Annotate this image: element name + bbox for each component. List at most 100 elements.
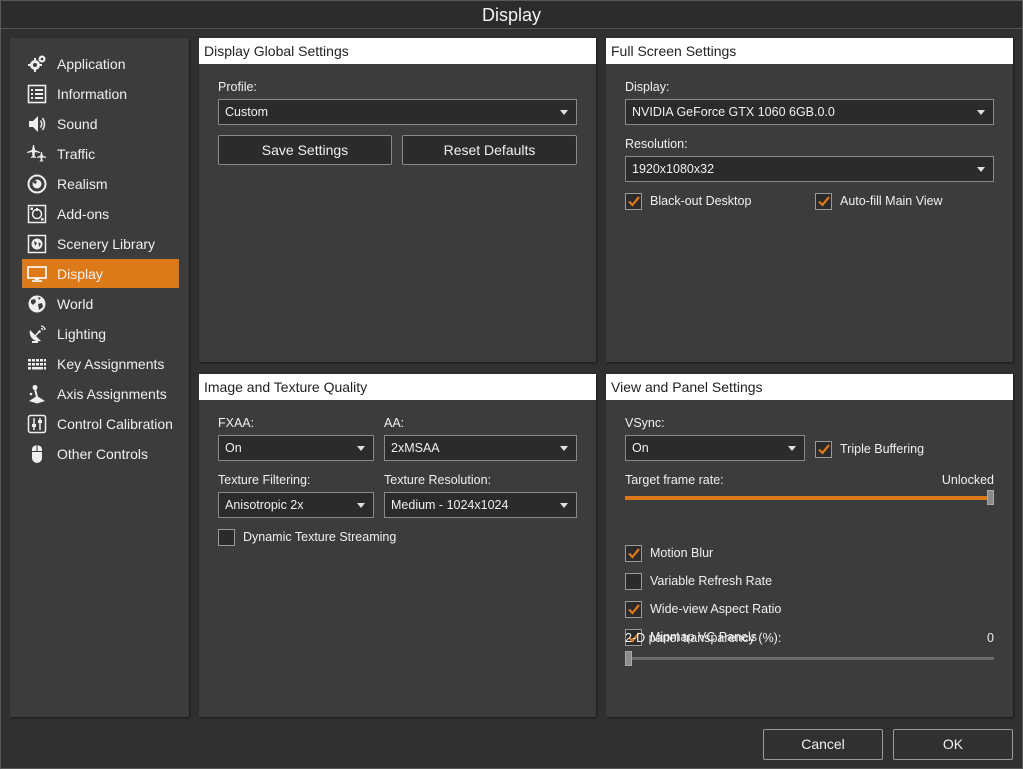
settings-sidebar: Application Information Sound Traffic Re… bbox=[10, 38, 189, 717]
globe-icon bbox=[26, 293, 48, 315]
slider-thumb[interactable] bbox=[987, 490, 994, 505]
sidebar-item-sound[interactable]: Sound bbox=[22, 109, 179, 138]
panel-transparency-label: 2-D panel transparency (%): bbox=[625, 631, 782, 645]
blackout-desktop-checkbox[interactable]: Black-out Desktop bbox=[625, 192, 751, 210]
gears-icon bbox=[26, 53, 48, 75]
full-screen-settings-panel: Full Screen Settings Display: NVIDIA GeF… bbox=[606, 38, 1013, 362]
ok-button[interactable]: OK bbox=[893, 729, 1013, 760]
sidebar-item-label: Control Calibration bbox=[57, 415, 173, 432]
sidebar-item-world[interactable]: World bbox=[22, 289, 179, 318]
fxaa-dropdown[interactable]: On bbox=[218, 435, 374, 461]
texture-filtering-value: Anisotropic 2x bbox=[225, 498, 304, 512]
sidebar-item-label: Key Assignments bbox=[57, 355, 165, 372]
motion-blur-checkbox[interactable]: Motion Blur bbox=[625, 544, 713, 562]
target-frame-rate-slider[interactable] bbox=[625, 490, 994, 505]
dynamic-texture-streaming-checkbox[interactable]: Dynamic Texture Streaming bbox=[218, 528, 396, 546]
sidebar-item-other-controls[interactable]: Other Controls bbox=[22, 439, 179, 468]
sidebar-item-display[interactable]: Display bbox=[22, 259, 179, 288]
satellite-dish-icon bbox=[26, 323, 48, 345]
panel-transparency-slider[interactable] bbox=[625, 651, 994, 666]
sidebar-item-realism[interactable]: Realism bbox=[22, 169, 179, 198]
reset-defaults-button[interactable]: Reset Defaults bbox=[402, 135, 577, 165]
variable-refresh-rate-checkbox[interactable]: Variable Refresh Rate bbox=[625, 572, 772, 590]
sidebar-item-key-assignments[interactable]: Key Assignments bbox=[22, 349, 179, 378]
speaker-icon bbox=[26, 113, 48, 135]
list-icon bbox=[26, 83, 48, 105]
panel-transparency-value: 0 bbox=[987, 631, 994, 645]
sidebar-item-label: World bbox=[57, 295, 94, 312]
texture-filtering-dropdown[interactable]: Anisotropic 2x bbox=[218, 492, 374, 518]
checkmark-icon bbox=[627, 604, 640, 615]
checkbox-box bbox=[815, 440, 832, 458]
image-texture-quality-panel: Image and Texture Quality FXAA: On AA: 2… bbox=[199, 374, 596, 717]
sidebar-item-axis-assignments[interactable]: Axis Assignments bbox=[22, 379, 179, 408]
chevron-down-icon bbox=[977, 110, 985, 115]
sidebar-item-label: Lighting bbox=[57, 325, 107, 342]
chevron-down-icon bbox=[788, 446, 796, 451]
sidebar-item-application[interactable]: Application bbox=[22, 49, 179, 78]
target-frame-rate-value: Unlocked bbox=[941, 473, 994, 487]
sidebar-item-label: Information bbox=[57, 85, 128, 102]
display-dropdown[interactable]: NVIDIA GeForce GTX 1060 6GB.0.0 bbox=[625, 99, 994, 125]
resolution-value: 1920x1080x32 bbox=[632, 162, 715, 176]
settings-window: Display Application Information Sound Tr… bbox=[0, 0, 1023, 769]
wide-view-aspect-ratio-checkbox[interactable]: Wide-view Aspect Ratio bbox=[625, 600, 781, 618]
chevron-down-icon bbox=[357, 446, 365, 451]
sidebar-item-lighting[interactable]: Lighting bbox=[22, 319, 179, 348]
vsync-dropdown[interactable]: On bbox=[625, 435, 805, 461]
profile-dropdown[interactable]: Custom bbox=[218, 99, 577, 125]
chevron-down-icon bbox=[560, 446, 568, 451]
checkbox-label: Wide-view Aspect Ratio bbox=[650, 602, 782, 616]
globe-box-icon bbox=[26, 233, 48, 255]
save-settings-button[interactable]: Save Settings bbox=[218, 135, 392, 165]
view-panel-settings-panel: View and Panel Settings VSync: On Triple… bbox=[606, 374, 1013, 717]
panel-title: View and Panel Settings bbox=[606, 374, 1013, 400]
resolution-label: Resolution: bbox=[625, 137, 688, 151]
autofill-main-view-checkbox[interactable]: Auto-fill Main View bbox=[815, 192, 943, 210]
sidebar-item-label: Sound bbox=[57, 115, 98, 132]
sidebar-item-label: Scenery Library bbox=[57, 235, 156, 252]
checkbox-box bbox=[625, 192, 642, 210]
checkbox-label: Motion Blur bbox=[650, 546, 714, 560]
slider-thumb[interactable] bbox=[625, 651, 632, 666]
window-title: Display bbox=[1, 1, 1022, 29]
checkbox-label: Variable Refresh Rate bbox=[650, 574, 773, 588]
fxaa-label: FXAA: bbox=[218, 416, 255, 430]
sidebar-item-label: Display bbox=[57, 265, 103, 282]
joystick-icon bbox=[26, 383, 48, 405]
sidebar-item-scenery-library[interactable]: Scenery Library bbox=[22, 229, 179, 258]
triple-buffering-checkbox[interactable]: Triple Buffering bbox=[815, 440, 924, 458]
sidebar-item-control-calibration[interactable]: Control Calibration bbox=[22, 409, 179, 438]
checkbox-label: Dynamic Texture Streaming bbox=[243, 530, 397, 544]
slider-fill bbox=[625, 496, 990, 500]
sidebar-item-addons[interactable]: Add-ons bbox=[22, 199, 179, 228]
sidebar-item-label: Axis Assignments bbox=[57, 385, 167, 402]
sidebar-item-information[interactable]: Information bbox=[22, 79, 179, 108]
keyboard-icon bbox=[26, 353, 48, 375]
checkbox-box bbox=[625, 572, 642, 590]
sliders-icon bbox=[26, 413, 48, 435]
checkmark-icon bbox=[627, 196, 640, 207]
panel-title: Display Global Settings bbox=[199, 38, 596, 64]
target-frame-rate-label: Target frame rate: bbox=[625, 473, 724, 487]
checkmark-icon bbox=[627, 548, 640, 559]
sidebar-item-label: Realism bbox=[57, 175, 108, 192]
target-icon bbox=[26, 173, 48, 195]
checkmark-icon bbox=[817, 444, 830, 455]
sidebar-item-traffic[interactable]: Traffic bbox=[22, 139, 179, 168]
chevron-down-icon bbox=[560, 110, 568, 115]
sidebar-item-label: Add-ons bbox=[57, 205, 110, 222]
checkbox-label: Black-out Desktop bbox=[650, 194, 752, 208]
sidebar-item-label: Other Controls bbox=[57, 445, 149, 462]
texture-resolution-label: Texture Resolution: bbox=[384, 473, 492, 487]
aa-label: AA: bbox=[384, 416, 405, 430]
chevron-down-icon bbox=[357, 503, 365, 508]
checkbox-box bbox=[815, 192, 832, 210]
cancel-button[interactable]: Cancel bbox=[763, 729, 883, 760]
aa-dropdown[interactable]: 2xMSAA bbox=[384, 435, 577, 461]
checkbox-box bbox=[625, 544, 642, 562]
resolution-dropdown[interactable]: 1920x1080x32 bbox=[625, 156, 994, 182]
texture-resolution-dropdown[interactable]: Medium - 1024x1024 bbox=[384, 492, 577, 518]
panel-title: Image and Texture Quality bbox=[199, 374, 596, 400]
profile-label: Profile: bbox=[218, 80, 257, 94]
